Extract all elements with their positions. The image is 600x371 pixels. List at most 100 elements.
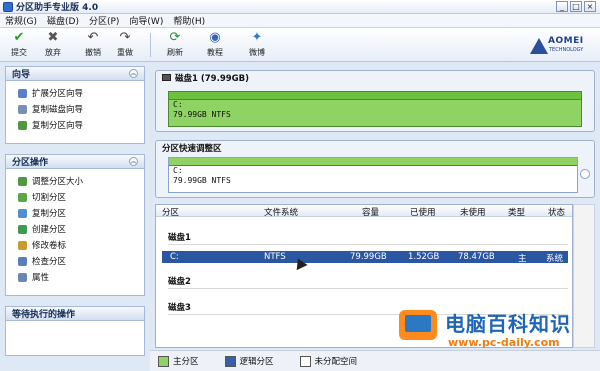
cell-partition: C: [170,252,179,262]
disk-map-label: 磁盘1 (79.99GB) [175,73,249,84]
wizard-copy-disk[interactable]: 复制磁盘向导 [6,101,144,117]
legend-logical-label: 逻辑分区 [239,357,274,367]
window-controls: _ □ × [556,1,596,12]
wizard-panel-title: 向导 [12,70,31,80]
table-header: 分区 文件系统 容量 已使用 未使用 类型 状态 [156,205,572,218]
table-group-disk2: 磁盘2 [168,277,191,287]
col-filesystem[interactable]: 文件系统 [264,206,298,218]
op-label: 复制分区 [32,209,67,219]
col-status[interactable]: 状态 [548,206,565,218]
discard-button[interactable]: ✖ 放弃 [40,30,66,60]
menu-general[interactable]: 常规(G) [0,14,42,27]
minimize-button[interactable]: _ [556,1,568,12]
resize-icon [18,176,27,186]
commit-label: 提交 [11,48,27,57]
check-icon [18,256,27,266]
weibo-label: 微博 [249,48,265,57]
op-label: 调整分区大小 [32,177,84,187]
legend-primary-label: 主分区 [173,357,199,367]
title-bar: 分区助手专业版 4.0 _ □ × [0,0,600,14]
redo-button[interactable]: ↷ 重做 [112,30,138,60]
menu-partition[interactable]: 分区(P) [84,14,124,27]
refresh-button[interactable]: ⟳ 刷新 [162,30,188,60]
collapse-icon[interactable]: ︽ [129,157,138,166]
op-label: 创建分区 [32,225,67,235]
tutorial-button[interactable]: ◉ 教程 [202,30,228,60]
partition-ops-panel: 分区操作 ︽ 调整分区大小 切割分区 复制分区 创建分区 修改卷标 检查分区 属… [5,154,145,296]
quick-resize-label: 分区快速调整区 [162,143,222,154]
partition-name: C: [173,100,183,109]
commit-icon: ✔ [13,30,25,45]
cell-status: 系统 [546,254,564,264]
quick-resize-partition[interactable]: C: 79.99GB NTFS [168,157,578,193]
aomei-logo: AOMEI TECHNOLOGY [528,32,594,60]
refresh-label: 刷新 [167,48,183,57]
wizard-panel: 向导 ︽ 扩展分区向导 复制磁盘向导 复制分区向导 [5,66,145,144]
wizard-item-label: 复制磁盘向导 [32,105,84,115]
collapse-icon[interactable]: ︽ [129,69,138,78]
pending-panel-title: 等待执行的操作 [12,310,76,320]
redo-label: 重做 [117,48,133,57]
maximize-button[interactable]: □ [570,1,582,12]
col-partition[interactable]: 分区 [162,206,179,218]
pending-panel-header[interactable]: 等待执行的操作 [6,307,144,321]
col-capacity[interactable]: 容量 [362,206,379,218]
op-split-partition[interactable]: 切割分区 [6,189,144,205]
close-button[interactable]: × [584,1,596,12]
partition-ops-header[interactable]: 分区操作 ︽ [6,155,144,169]
table-row[interactable]: C: NTFS 79.99GB 1.52GB 78.47GB 主 系统 [162,251,568,264]
op-resize-partition[interactable]: 调整分区大小 [6,173,144,189]
op-copy-partition[interactable]: 复制分区 [6,205,144,221]
op-check-partition[interactable]: 检查分区 [6,253,144,269]
cell-type: 主 [518,254,527,264]
redo-icon: ↷ [119,30,131,45]
menu-bar: 常规(G) 磁盘(D) 分区(P) 向导(W) 帮助(H) [0,14,600,28]
group-divider [168,288,568,289]
op-label: 属性 [32,273,50,283]
refresh-icon: ⟳ [169,30,181,45]
menu-disk[interactable]: 磁盘(D) [42,14,84,27]
legend-logical: 逻辑分区 [224,355,274,367]
disk-map: 磁盘1 (79.99GB) C: 79.99GB NTFS [155,70,595,132]
pending-panel: 等待执行的操作 [5,306,145,356]
weibo-button[interactable]: ✦ 微博 [244,30,270,60]
quick-resize-usage-bar [169,158,577,166]
legend-primary: 主分区 [158,355,199,367]
col-unused[interactable]: 未使用 [460,206,486,218]
col-type[interactable]: 类型 [508,206,525,218]
partition-ops-title: 分区操作 [12,158,49,168]
op-change-label[interactable]: 修改卷标 [6,237,144,253]
legend-unallocated-label: 未分配空间 [314,357,358,367]
op-label: 切割分区 [32,193,67,203]
properties-icon [18,272,27,282]
col-used[interactable]: 已使用 [410,206,436,218]
weibo-icon: ✦ [251,30,263,45]
op-create-partition[interactable]: 创建分区 [6,221,144,237]
watermark-text: 电脑百科知识 [445,312,571,336]
undo-button[interactable]: ↶ 撤销 [80,30,106,60]
logical-swatch [224,355,236,367]
wizard-item-label: 扩展分区向导 [32,89,84,99]
wizard-panel-header[interactable]: 向导 ︽ [6,67,144,81]
sidebar: 向导 ︽ 扩展分区向导 复制磁盘向导 复制分区向导 分区操作 ︽ 调整分区大小 … [5,66,145,356]
op-label: 修改卷标 [32,241,67,251]
window-title: 分区助手专业版 4.0 [16,3,99,13]
undo-icon: ↶ [87,30,99,45]
disk-map-header: 磁盘1 (79.99GB) [156,71,594,84]
create-icon [18,224,27,234]
label-icon [18,240,27,250]
commit-button[interactable]: ✔ 提交 [6,30,32,60]
op-properties[interactable]: 属性 [6,269,144,285]
monitor-icon [399,310,437,340]
split-icon [18,192,27,202]
undo-label: 撤销 [85,48,101,57]
menu-wizard[interactable]: 向导(W) [124,14,168,27]
copy-icon [18,208,27,218]
extend-partition-icon [18,88,27,98]
menu-help[interactable]: 帮助(H) [168,14,210,27]
copy-partition-icon [18,120,27,130]
wizard-copy-partition[interactable]: 复制分区向导 [6,117,144,133]
resize-handle[interactable] [580,169,590,179]
partition-block-c[interactable]: C: 79.99GB NTFS [168,91,582,127]
wizard-extend-partition[interactable]: 扩展分区向导 [6,85,144,101]
